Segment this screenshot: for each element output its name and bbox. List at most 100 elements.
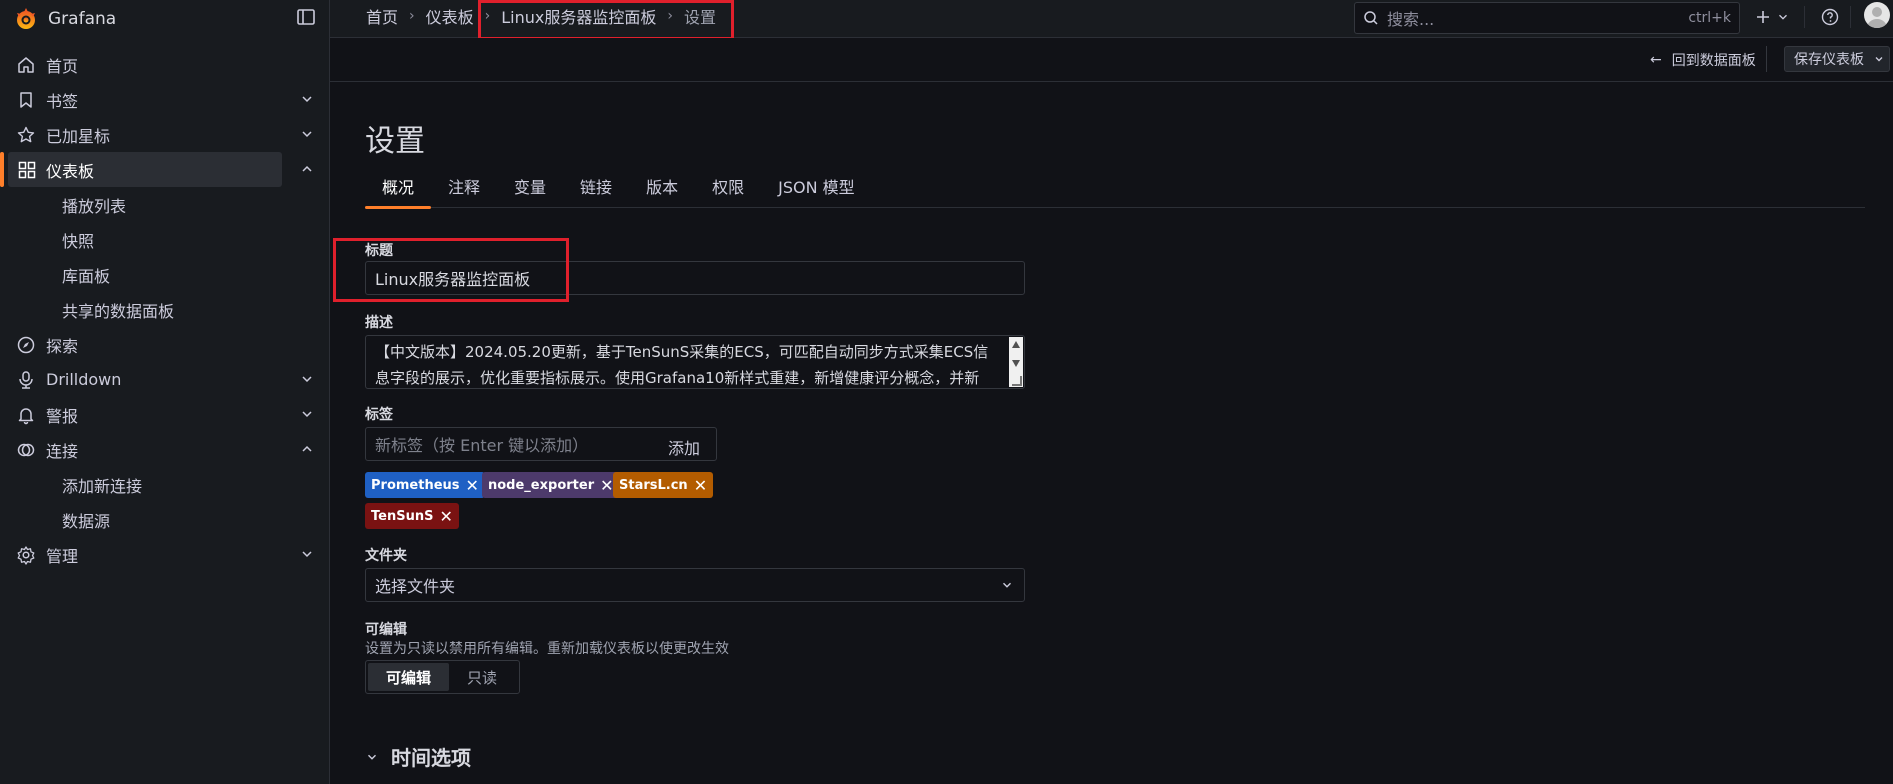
divider xyxy=(1804,6,1805,28)
sidebar-item-label: 书签 xyxy=(46,91,79,111)
sidebar-item-data-sources[interactable]: 数据源 xyxy=(0,502,330,537)
folder-placeholder: 选择文件夹 xyxy=(375,577,456,596)
editable-option[interactable]: 可编辑 xyxy=(368,663,450,691)
remove-tag-icon[interactable]: ✕ xyxy=(600,476,613,495)
resize-handle-icon[interactable] xyxy=(1012,376,1022,386)
section-title: 时间选项 xyxy=(391,746,471,770)
sidebar-item-starred[interactable]: 已加星标 xyxy=(0,117,330,152)
sidebar-item-bookmarks[interactable]: 书签 xyxy=(0,82,330,117)
sidebar-item-home[interactable]: 首页 xyxy=(0,47,330,82)
description-label: 描述 xyxy=(365,315,393,331)
chevron-down-icon xyxy=(1003,582,1011,588)
tag-input[interactable]: 新标签（按 Enter 键以添加） 添加 xyxy=(365,427,717,461)
chevron-up-icon[interactable] xyxy=(299,441,315,457)
chevron-down-icon[interactable] xyxy=(299,91,315,107)
save-dashboard-button[interactable]: 保存仪表板 xyxy=(1784,46,1874,72)
dock-menu-icon[interactable] xyxy=(296,7,316,27)
sidebar-item-add-connection[interactable]: 添加新连接 xyxy=(0,467,330,502)
tag-label: Prometheus xyxy=(371,477,460,493)
dashboard-toolbar: ← 回到数据面板 保存仪表板 xyxy=(330,38,1893,82)
scroll-down-icon[interactable] xyxy=(1012,360,1020,367)
tags-label: 标签 xyxy=(365,407,393,423)
description-textarea[interactable]: 【中文版本】2024.05.20更新，基于TenSunS采集的ECS，可匹配自动… xyxy=(365,335,1025,389)
plus-icon xyxy=(1757,11,1769,23)
grafana-logo-icon xyxy=(17,8,35,29)
sidebar-item-explore[interactable]: 探索 xyxy=(0,327,330,362)
breadcrumb-dashboards[interactable]: 仪表板 xyxy=(426,4,474,28)
settings-page: 设置 概况 注释 变量 链接 版本 权限 JSON 模型 标题 Linux服务器… xyxy=(330,82,1893,784)
star-icon xyxy=(17,126,35,143)
tab-annotations[interactable]: 注释 xyxy=(431,174,497,208)
chevron-down-icon xyxy=(1779,14,1787,20)
editable-radio-group: 可编辑 只读 xyxy=(365,660,520,694)
sidebar-item-library-panels[interactable]: 库面板 xyxy=(0,257,330,292)
chevron-down-icon[interactable] xyxy=(299,371,315,387)
brand[interactable]: Grafana xyxy=(14,4,116,34)
user-icon xyxy=(1867,7,1887,28)
tab-permissions[interactable]: 权限 xyxy=(695,174,761,208)
sidebar-item-label: 警报 xyxy=(46,406,79,426)
sidebar-item-label: Drilldown xyxy=(46,370,122,389)
tag-chip: Prometheus ✕ xyxy=(365,472,485,498)
active-indicator xyxy=(0,152,4,187)
tab-json-model[interactable]: JSON 模型 xyxy=(761,174,872,208)
arrow-left-icon: ← xyxy=(1650,52,1662,68)
brand-name: Grafana xyxy=(48,9,117,29)
dashboard-grid-icon xyxy=(18,161,36,179)
sidebar-item-administration[interactable]: 管理 xyxy=(0,537,330,572)
sidebar-item-dashboards[interactable]: 仪表板 xyxy=(0,152,312,187)
tab-general[interactable]: 概况 xyxy=(365,174,432,209)
chevron-down-icon xyxy=(1875,57,1882,62)
tag-label: node_exporter xyxy=(488,477,595,493)
page-title: 设置 xyxy=(365,124,425,159)
bookmark-icon xyxy=(20,92,32,108)
search-input[interactable]: 搜索... ctrl+k xyxy=(1354,2,1740,34)
avatar[interactable] xyxy=(1864,2,1890,28)
breadcrumb-home[interactable]: 首页 xyxy=(366,4,398,28)
remove-tag-icon[interactable]: ✕ xyxy=(466,476,479,495)
chevron-down-icon[interactable] xyxy=(299,546,315,562)
gear-icon xyxy=(17,546,35,565)
search-placeholder: 搜索... xyxy=(1387,10,1435,29)
remove-tag-icon[interactable]: ✕ xyxy=(694,476,707,495)
settings-tabs: 概况 注释 变量 链接 版本 权限 JSON 模型 xyxy=(365,174,1865,209)
readonly-option[interactable]: 只读 xyxy=(449,663,515,691)
help-icon[interactable] xyxy=(1821,8,1839,26)
chevron-down-icon[interactable] xyxy=(299,126,315,142)
remove-tag-icon[interactable]: ✕ xyxy=(439,507,452,526)
tag-chip: node_exporter ✕ xyxy=(482,472,620,498)
save-options-button[interactable] xyxy=(1868,46,1890,72)
editable-description: 设置为只读以禁用所有编辑。重新加载仪表板以使更改生效 xyxy=(365,641,729,657)
sidebar-item-alerting[interactable]: 警报 xyxy=(0,397,330,432)
time-options-section[interactable]: 时间选项 xyxy=(365,742,471,771)
sidebar-item-shared-dashboards[interactable]: 共享的数据面板 xyxy=(0,292,330,327)
sidebar-item-label: 探索 xyxy=(46,336,79,356)
tag-label: TenSunS xyxy=(371,508,434,524)
drilldown-icon xyxy=(19,371,33,389)
chevron-up-icon[interactable] xyxy=(299,161,315,177)
back-to-dashboard-label: 回到数据面板 xyxy=(1671,53,1756,69)
tab-variables[interactable]: 变量 xyxy=(497,174,563,208)
sidebar-item-drilldown[interactable]: Drilldown xyxy=(0,362,330,397)
sidebar-item-label: 管理 xyxy=(46,546,79,566)
tag-input-placeholder: 新标签（按 Enter 键以添加） xyxy=(375,436,589,455)
folder-select[interactable]: 选择文件夹 xyxy=(365,568,1025,602)
search-shortcut: ctrl+k xyxy=(1688,10,1731,26)
annotation-highlight-breadcrumb xyxy=(478,0,734,40)
chevron-down-icon[interactable] xyxy=(299,406,315,422)
home-icon xyxy=(18,57,34,73)
tab-links[interactable]: 链接 xyxy=(563,174,629,208)
tag-chip: StarsL.cn ✕ xyxy=(613,472,714,498)
sidebar-item-playlists[interactable]: 播放列表 xyxy=(0,187,330,222)
editable-label: 可编辑 xyxy=(365,622,407,638)
new-menu-button[interactable] xyxy=(1754,6,1794,28)
tag-label: StarsL.cn xyxy=(619,477,688,493)
back-to-dashboard-button[interactable]: ← 回到数据面板 xyxy=(1650,50,1756,70)
add-tag-button[interactable]: 添加 xyxy=(668,435,700,459)
scroll-up-icon[interactable] xyxy=(1012,341,1020,348)
sidebar-item-connections[interactable]: 连接 xyxy=(0,432,330,467)
tab-versions[interactable]: 版本 xyxy=(629,174,695,208)
sidebar: Grafana 首页 书签 已加星标 仪表板 播放列表 快照 库面板 共享的数据… xyxy=(0,0,330,784)
sidebar-item-label: 已加星标 xyxy=(46,126,111,146)
sidebar-item-snapshots[interactable]: 快照 xyxy=(0,222,330,257)
